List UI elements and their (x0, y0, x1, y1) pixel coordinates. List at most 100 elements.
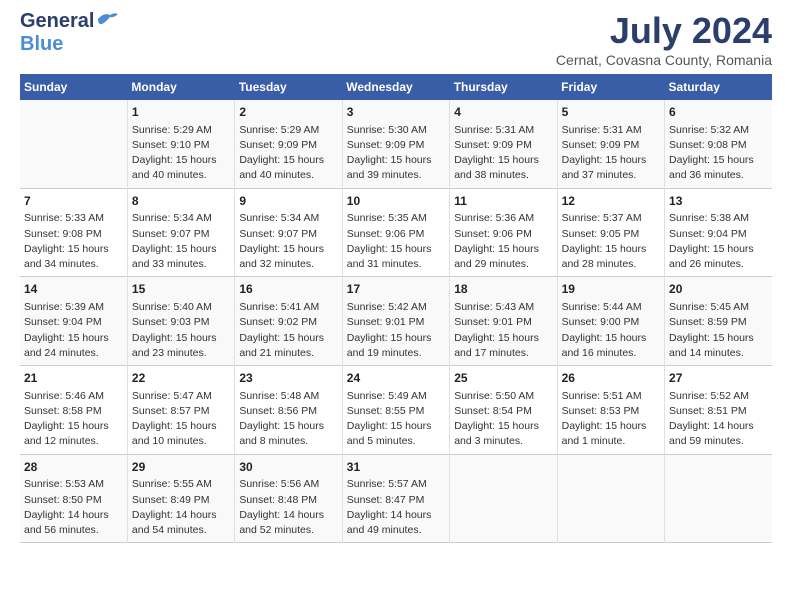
calendar-day-cell: 18 Sunrise: 5:43 AM Sunset: 9:01 PM Dayli… (450, 277, 557, 366)
day-info: Sunrise: 5:36 AM Sunset: 9:06 PM Dayligh… (454, 211, 552, 272)
day-number: 28 (24, 459, 123, 476)
calendar-day-cell (450, 454, 557, 543)
day-info: Sunrise: 5:56 AM Sunset: 8:48 PM Dayligh… (239, 477, 337, 538)
day-number: 10 (347, 193, 445, 210)
day-number: 4 (454, 104, 552, 121)
day-number: 1 (132, 104, 230, 121)
weekday-header-row: Sunday Monday Tuesday Wednesday Thursday… (20, 74, 772, 100)
header-friday: Friday (557, 74, 664, 100)
day-info: Sunrise: 5:48 AM Sunset: 8:56 PM Dayligh… (239, 389, 337, 450)
day-number: 6 (669, 104, 768, 121)
calendar-day-cell: 3 Sunrise: 5:30 AM Sunset: 9:09 PM Daylig… (342, 100, 449, 188)
day-info: Sunrise: 5:32 AM Sunset: 9:08 PM Dayligh… (669, 123, 768, 184)
calendar-day-cell: 10Sunrise: 5:35 AM Sunset: 9:06 PM Dayli… (342, 188, 449, 277)
day-number: 18 (454, 281, 552, 298)
day-number: 13 (669, 193, 768, 210)
calendar-header: Sunday Monday Tuesday Wednesday Thursday… (20, 74, 772, 100)
calendar-day-cell: 28Sunrise: 5:53 AM Sunset: 8:50 PM Dayli… (20, 454, 127, 543)
calendar-day-cell: 5 Sunrise: 5:31 AM Sunset: 9:09 PM Daylig… (557, 100, 664, 188)
day-info: Sunrise: 5:41 AM Sunset: 9:02 PM Dayligh… (239, 300, 337, 361)
day-number: 30 (239, 459, 337, 476)
day-info: Sunrise: 5:38 AM Sunset: 9:04 PM Dayligh… (669, 211, 768, 272)
day-info: Sunrise: 5:31 AM Sunset: 9:09 PM Dayligh… (562, 123, 660, 184)
day-number: 16 (239, 281, 337, 298)
day-number: 27 (669, 370, 768, 387)
calendar-day-cell: 16 Sunrise: 5:41 AM Sunset: 9:02 PM Dayli… (235, 277, 342, 366)
header-thursday: Thursday (450, 74, 557, 100)
calendar-day-cell: 4 Sunrise: 5:31 AM Sunset: 9:09 PM Daylig… (450, 100, 557, 188)
day-number: 31 (347, 459, 445, 476)
calendar-day-cell: 14Sunrise: 5:39 AM Sunset: 9:04 PM Dayli… (20, 277, 127, 366)
calendar-day-cell: 7Sunrise: 5:33 AM Sunset: 9:08 PM Daylig… (20, 188, 127, 277)
header-sunday: Sunday (20, 74, 127, 100)
day-number: 25 (454, 370, 552, 387)
header-saturday: Saturday (665, 74, 772, 100)
calendar-day-cell: 25Sunrise: 5:50 AM Sunset: 8:54 PM Dayli… (450, 366, 557, 455)
logo-text-general: General (20, 10, 94, 33)
day-info: Sunrise: 5:53 AM Sunset: 8:50 PM Dayligh… (24, 477, 123, 538)
day-info: Sunrise: 5:57 AM Sunset: 8:47 PM Dayligh… (347, 477, 445, 538)
calendar-day-cell: 13Sunrise: 5:38 AM Sunset: 9:04 PM Dayli… (665, 188, 772, 277)
calendar-week-row: 7Sunrise: 5:33 AM Sunset: 9:08 PM Daylig… (20, 188, 772, 277)
day-number: 29 (132, 459, 230, 476)
calendar-week-row: 28Sunrise: 5:53 AM Sunset: 8:50 PM Dayli… (20, 454, 772, 543)
day-info: Sunrise: 5:46 AM Sunset: 8:58 PM Dayligh… (24, 389, 123, 450)
day-info: Sunrise: 5:31 AM Sunset: 9:09 PM Dayligh… (454, 123, 552, 184)
calendar-day-cell: 21 Sunrise: 5:46 AM Sunset: 8:58 PM Dayli… (20, 366, 127, 455)
day-info: Sunrise: 5:55 AM Sunset: 8:49 PM Dayligh… (132, 477, 230, 538)
day-number: 2 (239, 104, 337, 121)
day-number: 14 (24, 281, 123, 298)
calendar-day-cell: 22Sunrise: 5:47 AM Sunset: 8:57 PM Dayli… (127, 366, 234, 455)
day-number: 19 (562, 281, 660, 298)
header-wednesday: Wednesday (342, 74, 449, 100)
calendar-week-row: 21 Sunrise: 5:46 AM Sunset: 8:58 PM Dayli… (20, 366, 772, 455)
day-info: Sunrise: 5:34 AM Sunset: 9:07 PM Dayligh… (132, 211, 230, 272)
calendar-day-cell (557, 454, 664, 543)
day-number: 3 (347, 104, 445, 121)
day-number: 23 (239, 370, 337, 387)
day-info: Sunrise: 5:44 AM Sunset: 9:00 PM Dayligh… (562, 300, 660, 361)
page-subtitle: Cernat, Covasna County, Romania (556, 52, 772, 68)
logo: General Blue (20, 10, 118, 56)
calendar-day-cell: 20 Sunrise: 5:45 AM Sunset: 8:59 PM Dayli… (665, 277, 772, 366)
day-info: Sunrise: 5:35 AM Sunset: 9:06 PM Dayligh… (347, 211, 445, 272)
day-number: 21 (24, 370, 123, 387)
logo-bird-icon (96, 10, 118, 33)
day-info: Sunrise: 5:37 AM Sunset: 9:05 PM Dayligh… (562, 211, 660, 272)
header-tuesday: Tuesday (235, 74, 342, 100)
calendar-day-cell: 23 Sunrise: 5:48 AM Sunset: 8:56 PM Dayli… (235, 366, 342, 455)
calendar-day-cell: 8Sunrise: 5:34 AM Sunset: 9:07 PM Daylig… (127, 188, 234, 277)
day-number: 22 (132, 370, 230, 387)
calendar-table: Sunday Monday Tuesday Wednesday Thursday… (20, 74, 772, 543)
day-info: Sunrise: 5:43 AM Sunset: 9:01 PM Dayligh… (454, 300, 552, 361)
day-info: Sunrise: 5:34 AM Sunset: 9:07 PM Dayligh… (239, 211, 337, 272)
calendar-day-cell: 11Sunrise: 5:36 AM Sunset: 9:06 PM Dayli… (450, 188, 557, 277)
day-info: Sunrise: 5:42 AM Sunset: 9:01 PM Dayligh… (347, 300, 445, 361)
day-info: Sunrise: 5:45 AM Sunset: 8:59 PM Dayligh… (669, 300, 768, 361)
title-block: July 2024 Cernat, Covasna County, Romani… (556, 10, 772, 68)
calendar-day-cell: 2Sunrise: 5:29 AM Sunset: 9:09 PM Daylig… (235, 100, 342, 188)
calendar-day-cell: 29Sunrise: 5:55 AM Sunset: 8:49 PM Dayli… (127, 454, 234, 543)
calendar-day-cell: 1 Sunrise: 5:29 AM Sunset: 9:10 PM Daylig… (127, 100, 234, 188)
calendar-week-row: 14Sunrise: 5:39 AM Sunset: 9:04 PM Dayli… (20, 277, 772, 366)
day-info: Sunrise: 5:52 AM Sunset: 8:51 PM Dayligh… (669, 389, 768, 450)
day-number: 7 (24, 193, 123, 210)
day-number: 15 (132, 281, 230, 298)
day-number: 17 (347, 281, 445, 298)
day-info: Sunrise: 5:30 AM Sunset: 9:09 PM Dayligh… (347, 123, 445, 184)
day-info: Sunrise: 5:33 AM Sunset: 9:08 PM Dayligh… (24, 211, 123, 272)
calendar-day-cell: 31Sunrise: 5:57 AM Sunset: 8:47 PM Dayli… (342, 454, 449, 543)
calendar-body: 1 Sunrise: 5:29 AM Sunset: 9:10 PM Daylig… (20, 100, 772, 543)
day-number: 5 (562, 104, 660, 121)
calendar-day-cell (665, 454, 772, 543)
page-title: July 2024 (556, 10, 772, 52)
page-header: General Blue July 2024 Cernat, Covasna C… (20, 10, 772, 68)
day-info: Sunrise: 5:29 AM Sunset: 9:10 PM Dayligh… (132, 123, 230, 184)
day-number: 9 (239, 193, 337, 210)
day-info: Sunrise: 5:51 AM Sunset: 8:53 PM Dayligh… (562, 389, 660, 450)
day-number: 20 (669, 281, 768, 298)
calendar-day-cell: 9Sunrise: 5:34 AM Sunset: 9:07 PM Daylig… (235, 188, 342, 277)
calendar-day-cell: 17 Sunrise: 5:42 AM Sunset: 9:01 PM Dayli… (342, 277, 449, 366)
calendar-day-cell (20, 100, 127, 188)
day-info: Sunrise: 5:49 AM Sunset: 8:55 PM Dayligh… (347, 389, 445, 450)
